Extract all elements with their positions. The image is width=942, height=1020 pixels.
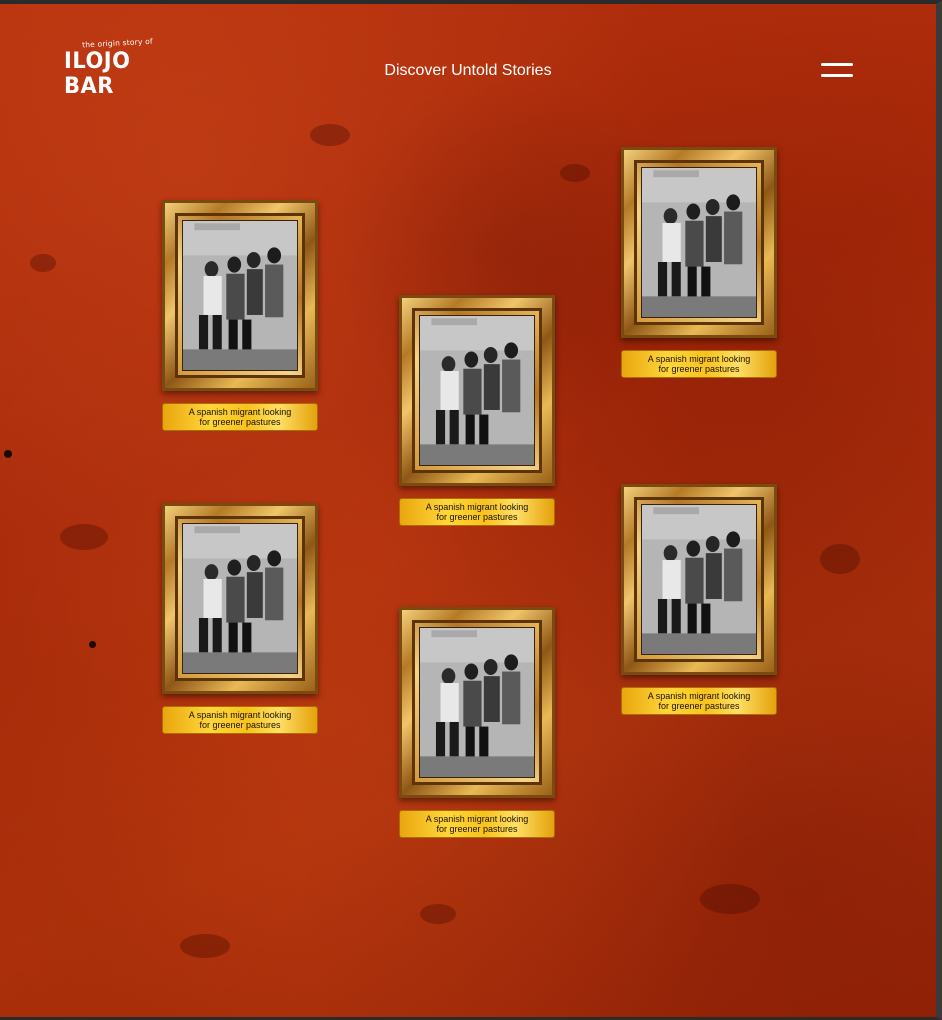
frame-mat: [412, 308, 542, 473]
frame-mat: [634, 497, 764, 662]
caption-line: A spanish migrant looking: [425, 814, 529, 824]
page-title: Discover Untold Stories: [384, 62, 552, 79]
migrant-photo: [182, 523, 298, 674]
caption-line: for greener pastures: [658, 701, 740, 711]
photo-caption[interactable]: A spanish migrant looking for greener pas…: [621, 350, 777, 378]
migrant-photo: [419, 315, 535, 466]
photo-image-icon: [183, 221, 297, 370]
hamburger-menu-button[interactable]: [819, 62, 855, 82]
frame-mat: [634, 160, 764, 325]
photo-caption[interactable]: A spanish migrant looking for greener pas…: [162, 706, 318, 734]
texture-speck: [560, 164, 590, 182]
photo-image-icon: [420, 628, 534, 777]
frame-mat: [175, 213, 305, 378]
caption-line: for greener pastures: [199, 417, 281, 427]
photo-caption[interactable]: A spanish migrant looking for greener pas…: [399, 498, 555, 526]
frame-mat: [175, 516, 305, 681]
photo-caption[interactable]: A spanish migrant looking for greener pas…: [621, 687, 777, 715]
photo-caption[interactable]: A spanish migrant looking for greener pas…: [162, 403, 318, 431]
gallery-card[interactable]: A spanish migrant looking for greener pas…: [621, 147, 777, 378]
gallery-card[interactable]: A spanish migrant looking for greener pas…: [399, 295, 555, 526]
picture-frame[interactable]: [621, 147, 777, 338]
caption-line: for greener pastures: [436, 512, 518, 522]
hamburger-menu-icon: [821, 63, 853, 66]
migrant-photo: [419, 627, 535, 778]
caption-line: for greener pastures: [199, 720, 281, 730]
migrant-photo: [641, 504, 757, 655]
caption-line: A spanish migrant looking: [188, 407, 292, 417]
logo-wordmark: ILOJO BAR: [64, 47, 131, 99]
texture-speck: [60, 524, 108, 550]
gallery-card[interactable]: A spanish migrant looking for greener pas…: [399, 607, 555, 838]
texture-dot: [89, 641, 96, 648]
caption-line: for greener pastures: [436, 824, 518, 834]
hamburger-menu-icon: [821, 74, 853, 77]
page: the origin story of ILOJO BAR Discover U…: [0, 0, 942, 1020]
texture-speck: [820, 544, 860, 574]
photo-image-icon: [183, 524, 297, 673]
texture-speck: [700, 884, 760, 914]
caption-line: A spanish migrant looking: [647, 354, 751, 364]
picture-frame[interactable]: [621, 484, 777, 675]
migrant-photo: [182, 220, 298, 371]
texture-speck: [30, 254, 56, 272]
migrant-photo: [641, 167, 757, 318]
caption-line: A spanish migrant looking: [188, 710, 292, 720]
texture-speck: [420, 904, 456, 924]
caption-line: for greener pastures: [658, 364, 740, 374]
picture-frame[interactable]: [162, 200, 318, 391]
texture-speck: [310, 124, 350, 146]
photo-image-icon: [420, 316, 534, 465]
picture-frame[interactable]: [399, 607, 555, 798]
picture-frame[interactable]: [399, 295, 555, 486]
texture-dot: [4, 450, 12, 458]
gallery-card[interactable]: A spanish migrant looking for greener pas…: [162, 200, 318, 431]
caption-line: A spanish migrant looking: [647, 691, 751, 701]
site-logo[interactable]: the origin story of ILOJO BAR: [64, 37, 174, 99]
caption-line: A spanish migrant looking: [425, 502, 529, 512]
photo-image-icon: [642, 505, 756, 654]
texture-speck: [180, 934, 230, 958]
gallery-card[interactable]: A spanish migrant looking for greener pas…: [162, 503, 318, 734]
gallery-card[interactable]: A spanish migrant looking for greener pas…: [621, 484, 777, 715]
picture-frame[interactable]: [162, 503, 318, 694]
photo-image-icon: [642, 168, 756, 317]
frame-mat: [412, 620, 542, 785]
photo-caption[interactable]: A spanish migrant looking for greener pas…: [399, 810, 555, 838]
